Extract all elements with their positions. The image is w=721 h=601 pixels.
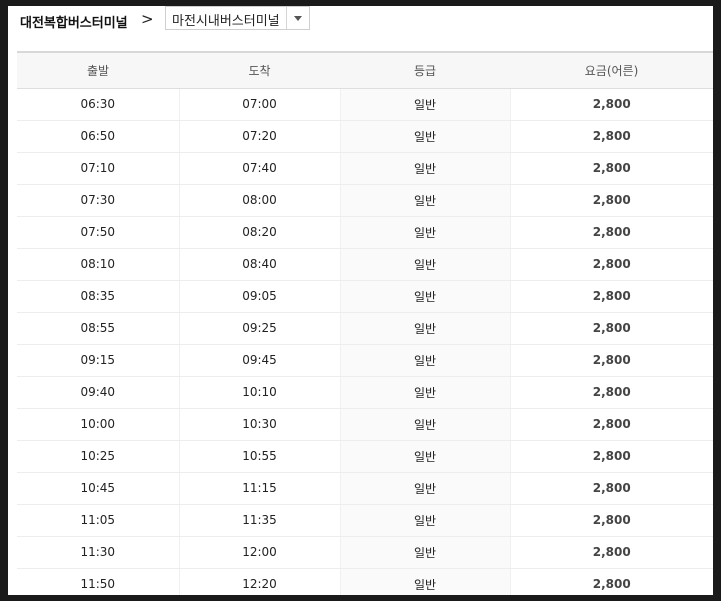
- adult-fare: 2,800: [510, 472, 713, 505]
- bus-grade: 일반: [340, 88, 511, 121]
- bus-grade: 일반: [340, 152, 511, 185]
- arrival-time: 07:00: [179, 88, 341, 121]
- table-row: 06:30 07:00 일반 2,800: [17, 88, 713, 121]
- route-bar: 대전복합버스터미널 > 마전시내버스터미널: [8, 6, 713, 50]
- table-row: 07:50 08:20 일반 2,800: [17, 216, 713, 249]
- origin-terminal: 대전복합버스터미널: [20, 16, 128, 31]
- table-row: 11:30 12:00 일반 2,800: [17, 536, 713, 569]
- table-row: 08:55 09:25 일반 2,800: [17, 312, 713, 345]
- adult-fare: 2,800: [510, 440, 713, 473]
- bus-grade: 일반: [340, 184, 511, 217]
- caret-down-icon[interactable]: [294, 16, 302, 21]
- adult-fare: 2,800: [510, 152, 713, 185]
- arrival-time: 09:25: [179, 312, 341, 345]
- departure-time: 08:35: [17, 280, 180, 313]
- header-arrival: 도착: [179, 51, 340, 89]
- departure-time: 11:05: [17, 504, 180, 537]
- arrival-time: 12:00: [179, 536, 341, 569]
- bus-grade: 일반: [340, 248, 511, 281]
- departure-time: 07:10: [17, 152, 180, 185]
- timetable-panel: 대전복합버스터미널 > 마전시내버스터미널 출발 도착 등급 요금(어른) 06…: [8, 6, 713, 595]
- adult-fare: 2,800: [510, 216, 713, 249]
- departure-time: 07:50: [17, 216, 180, 249]
- departure-time: 10:25: [17, 440, 180, 473]
- table-row: 09:40 10:10 일반 2,800: [17, 376, 713, 409]
- departure-time: 09:15: [17, 344, 180, 377]
- adult-fare: 2,800: [510, 504, 713, 537]
- table-header-row: 출발 도착 등급 요금(어른): [17, 51, 713, 89]
- bus-grade: 일반: [340, 216, 511, 249]
- table-row: 08:10 08:40 일반 2,800: [17, 248, 713, 281]
- bus-grade: 일반: [340, 408, 511, 441]
- departure-time: 11:30: [17, 536, 180, 569]
- arrival-time: 11:35: [179, 504, 341, 537]
- departure-time: 10:00: [17, 408, 180, 441]
- adult-fare: 2,800: [510, 568, 713, 595]
- departure-time: 07:30: [17, 184, 180, 217]
- header-departure: 출발: [17, 51, 179, 89]
- bus-grade: 일반: [340, 312, 511, 345]
- bus-grade: 일반: [340, 344, 511, 377]
- arrival-time: 08:00: [179, 184, 341, 217]
- adult-fare: 2,800: [510, 312, 713, 345]
- arrival-time: 10:10: [179, 376, 341, 409]
- header-fare: 요금(어른): [510, 51, 713, 89]
- destination-value: 마전시내버스터미널: [172, 14, 280, 29]
- timetable: 출발 도착 등급 요금(어른) 06:30 07:00 일반 2,800 06:50 07…: [17, 51, 713, 595]
- select-divider: [286, 7, 287, 29]
- arrival-time: 09:05: [179, 280, 341, 313]
- arrival-time: 12:20: [179, 568, 341, 595]
- arrival-time: 08:40: [179, 248, 341, 281]
- adult-fare: 2,800: [510, 536, 713, 569]
- bus-grade: 일반: [340, 472, 511, 505]
- table-row: 10:45 11:15 일반 2,800: [17, 472, 713, 505]
- table-row: 07:10 07:40 일반 2,800: [17, 152, 713, 185]
- table-row: 11:05 11:35 일반 2,800: [17, 504, 713, 537]
- bus-grade: 일반: [340, 120, 511, 153]
- arrival-time: 08:20: [179, 216, 341, 249]
- adult-fare: 2,800: [510, 376, 713, 409]
- arrival-time: 10:55: [179, 440, 341, 473]
- table-row: 09:15 09:45 일반 2,800: [17, 344, 713, 377]
- table-row: 10:25 10:55 일반 2,800: [17, 440, 713, 473]
- arrival-time: 07:40: [179, 152, 341, 185]
- arrival-time: 07:20: [179, 120, 341, 153]
- adult-fare: 2,800: [510, 280, 713, 313]
- adult-fare: 2,800: [510, 408, 713, 441]
- table-row: 08:35 09:05 일반 2,800: [17, 280, 713, 313]
- table-row: 10:00 10:30 일반 2,800: [17, 408, 713, 441]
- bus-grade: 일반: [340, 376, 511, 409]
- adult-fare: 2,800: [510, 120, 713, 153]
- arrival-time: 09:45: [179, 344, 341, 377]
- bus-grade: 일반: [340, 440, 511, 473]
- departure-time: 09:40: [17, 376, 180, 409]
- departure-time: 11:50: [17, 568, 180, 595]
- departure-time: 06:30: [17, 88, 180, 121]
- bus-grade: 일반: [340, 504, 511, 537]
- arrival-time: 11:15: [179, 472, 341, 505]
- adult-fare: 2,800: [510, 88, 713, 121]
- departure-time: 06:50: [17, 120, 180, 153]
- table-row: 07:30 08:00 일반 2,800: [17, 184, 713, 217]
- bus-grade: 일반: [340, 536, 511, 569]
- header-grade: 등급: [340, 51, 510, 89]
- departure-time: 08:55: [17, 312, 180, 345]
- destination-select[interactable]: 마전시내버스터미널: [165, 6, 310, 30]
- departure-time: 10:45: [17, 472, 180, 505]
- arrival-time: 10:30: [179, 408, 341, 441]
- adult-fare: 2,800: [510, 344, 713, 377]
- chevron-right-icon: >: [141, 10, 154, 28]
- table-row: 06:50 07:20 일반 2,800: [17, 120, 713, 153]
- bus-grade: 일반: [340, 280, 511, 313]
- departure-time: 08:10: [17, 248, 180, 281]
- adult-fare: 2,800: [510, 248, 713, 281]
- bus-grade: 일반: [340, 568, 511, 595]
- table-row: 11:50 12:20 일반 2,800: [17, 568, 713, 595]
- adult-fare: 2,800: [510, 184, 713, 217]
